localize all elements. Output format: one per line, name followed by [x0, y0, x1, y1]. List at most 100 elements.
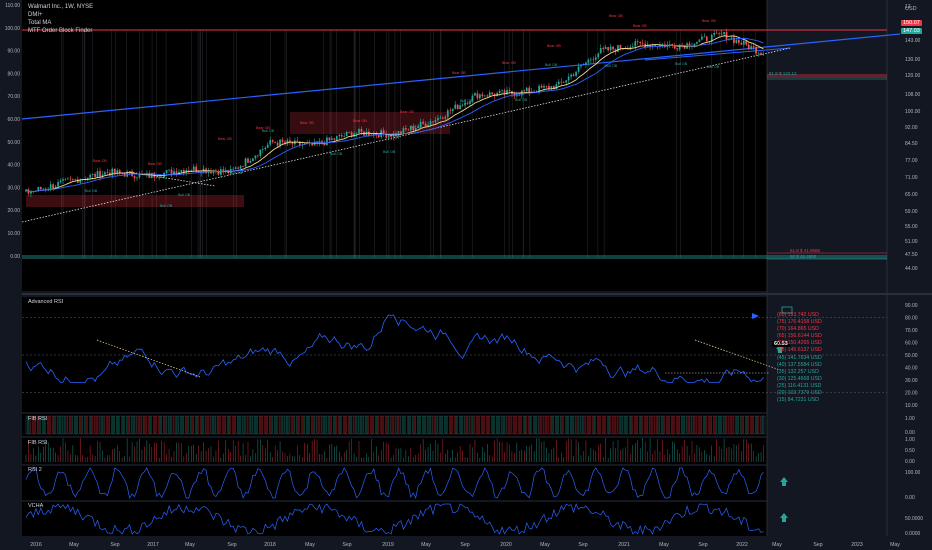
right-axis-label: 17 — [905, 4, 911, 10]
candle-body — [454, 104, 457, 109]
candle-body — [328, 137, 331, 140]
candle-body — [382, 130, 385, 134]
candle-body — [271, 140, 274, 142]
candle-body — [249, 160, 252, 163]
rsi-level-row: (40) 137.5584 USD — [777, 361, 822, 368]
candle-body — [501, 90, 503, 91]
time-axis-label: Sep — [813, 542, 822, 548]
candle-body — [348, 131, 350, 133]
candle-body — [39, 186, 42, 190]
candle-body — [570, 74, 572, 77]
candle-body — [96, 171, 99, 177]
time-axis-label: 2016 — [30, 542, 42, 548]
rsi-panel-title[interactable]: Advanced RSI — [28, 299, 63, 305]
candle-body — [128, 171, 131, 172]
candle-body — [242, 166, 244, 167]
vcha-panel-title[interactable]: VCHA — [28, 503, 43, 509]
candle-body — [703, 36, 706, 38]
fib2-panel-bg — [22, 438, 767, 464]
candle-body — [560, 81, 563, 83]
bear-ob-label: Bear OB — [452, 71, 466, 75]
bull-ob-label: Bull OB — [675, 62, 688, 66]
rsi-level-row: (75) 176.4158 USD — [777, 319, 822, 326]
fib2-panel-title[interactable]: FIB RSI — [28, 440, 47, 446]
candle-body — [232, 168, 235, 170]
candle-body — [587, 59, 590, 63]
candle-body — [496, 92, 498, 97]
vcha-panel-bg — [22, 502, 767, 536]
right-axis-label: 65.00 — [905, 192, 918, 198]
candle-body — [234, 167, 237, 169]
rsi-level-row: (65) 156.6144 USD — [777, 333, 822, 340]
left-axis-label: 70.00 — [7, 94, 20, 100]
rsi-axis-label: 20.00 — [905, 391, 918, 397]
candle-body — [247, 158, 249, 163]
candle-body — [340, 135, 343, 137]
candle-body — [67, 178, 69, 180]
candle-body — [545, 85, 548, 87]
rsi-axis-label: 70.00 — [905, 328, 918, 334]
candle-body — [113, 168, 116, 174]
rsi-axis-label: 50.00 — [905, 353, 918, 359]
candle-body — [244, 158, 247, 167]
legend-line[interactable]: DMI+ — [28, 11, 93, 19]
candle-body — [565, 80, 568, 83]
candle-body — [237, 167, 239, 169]
bull-ob-label: Bull OB — [460, 99, 473, 103]
candle-body — [44, 188, 47, 190]
chart-canvas[interactable]: Bear OB Bear OB Bear OB Bear OB Bear OB Bear … — [0, 0, 932, 550]
right-axis-label: 100.00 — [905, 109, 921, 115]
candle-body — [345, 131, 348, 137]
candle-body — [639, 42, 642, 44]
bear-ob-label: Bear OB — [300, 121, 314, 125]
candle-body — [705, 36, 708, 42]
candle-body — [720, 33, 723, 35]
order-block-zone — [26, 195, 244, 207]
candle-body — [434, 120, 437, 123]
candle-body — [491, 92, 494, 95]
candle-body — [698, 39, 701, 43]
candle-body — [747, 44, 750, 50]
candle-body — [442, 117, 444, 119]
candle-body — [597, 53, 600, 58]
candle-body — [439, 117, 442, 119]
rsi-level-row: (80) 193.742 USD — [777, 312, 819, 318]
legend-line[interactable]: MTF Order Block Finder — [28, 27, 93, 35]
candle-body — [577, 66, 580, 72]
candle-body — [464, 102, 466, 106]
fib1-panel-title[interactable]: FIB RSI — [28, 416, 47, 422]
candle-body — [755, 47, 757, 54]
time-axis-label: May — [540, 542, 550, 548]
rsi-level-table: (80) 193.742 USD (75) 176.4158 USD (70) 16… — [777, 312, 822, 404]
fib2-axis-label: 0.50 — [905, 448, 915, 454]
candle-body — [106, 172, 109, 173]
candle-body — [94, 173, 96, 177]
left-axis-label: 30.00 — [7, 185, 20, 191]
time-axis-label: 2022 — [736, 542, 748, 548]
left-axis-label: 60.00 — [7, 117, 20, 123]
rsi-axis-label: 60.00 — [905, 341, 918, 347]
fib1-panel-bg — [22, 414, 767, 436]
candle-body — [261, 149, 264, 150]
candle-body — [190, 170, 193, 171]
candle-body — [750, 46, 753, 50]
candle-body — [429, 121, 432, 125]
left-axis-label: 100.00 — [5, 26, 21, 32]
candle-body — [74, 179, 77, 180]
rsi-level-row: (15) 84.7231 USD — [777, 397, 819, 404]
candle-body — [449, 110, 452, 111]
legend-line[interactable]: Total MA — [28, 19, 93, 27]
rsi2-panel-title[interactable]: RSI 2 — [28, 467, 42, 473]
candle-body — [459, 105, 461, 110]
candle-body — [355, 132, 358, 134]
candle-body — [604, 47, 607, 49]
fib2-axis-label: 1.00 — [905, 437, 915, 443]
candle-body — [276, 142, 279, 146]
candle-body — [634, 41, 637, 47]
fib-label: 61.8 $ 122.12 — [769, 71, 797, 76]
rsi-axis-label: 10.00 — [905, 403, 918, 409]
bull-ob-label: Bull OB — [545, 63, 558, 67]
candle-body — [668, 43, 671, 45]
legend-title[interactable]: Walmart Inc., 1W, NYSE — [28, 3, 93, 11]
bull-ob-label: Bull OB — [262, 129, 275, 133]
